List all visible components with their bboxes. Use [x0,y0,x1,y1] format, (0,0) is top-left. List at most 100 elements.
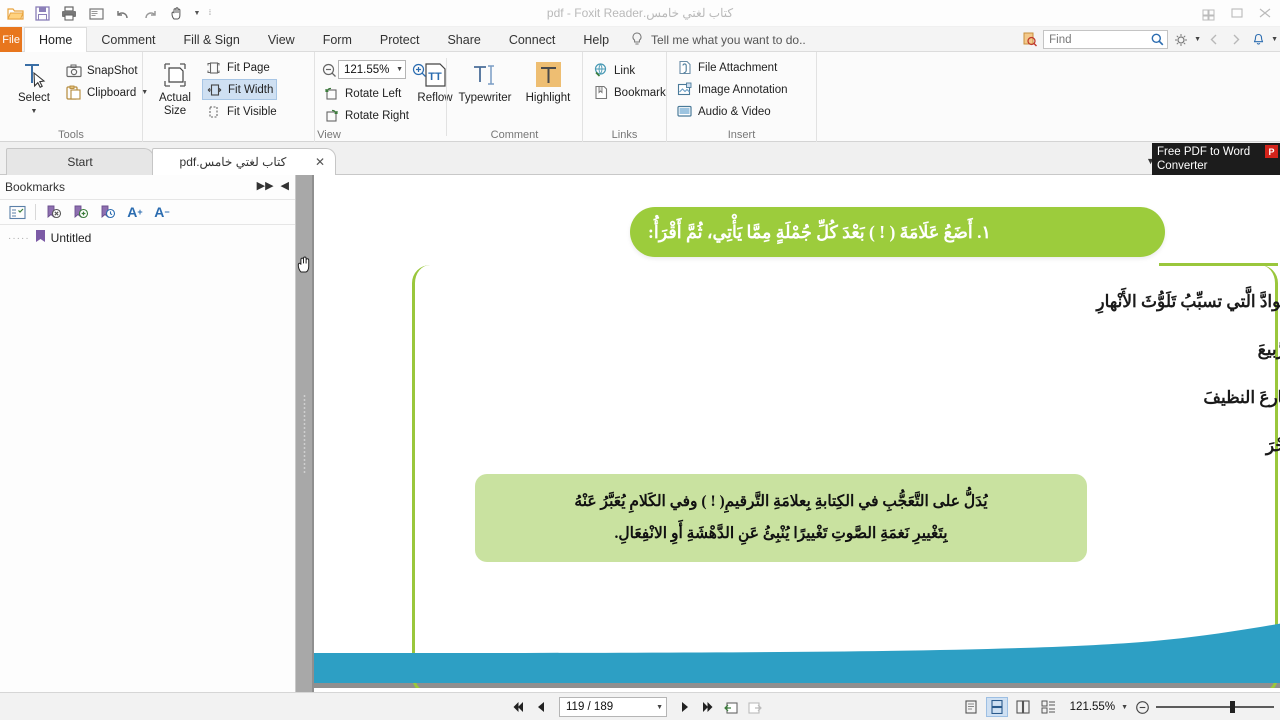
expand-bookmarks-icon[interactable] [5,201,29,223]
typewriter-label: Typewriter [458,92,512,104]
bookmarks-panel-header: Bookmarks ▶▶ ◀ [0,175,295,199]
close-icon[interactable]: ✕ [315,155,325,169]
bookmarks-toolbar: A + A − [0,199,295,225]
continuous-facing-view-button[interactable] [1038,697,1060,717]
zoom-in-icon[interactable] [410,60,428,80]
previous-view-button[interactable] [721,697,741,717]
advanced-find-icon[interactable] [1021,30,1039,50]
highlight-button[interactable]: Highlight [519,58,577,105]
splitter-grip[interactable] [303,393,306,474]
gear-icon[interactable] [1172,30,1190,50]
zoom-out-icon[interactable] [320,60,338,80]
status-bar: 119 / 189 ▼ 121.55% ▼ [0,692,1280,720]
nag-line-2: Converter [1157,160,1208,172]
zoom-slider[interactable] [1156,697,1274,717]
previous-page-button[interactable] [531,697,551,717]
zoom-rotate-cluster: 121.55% ▼ Rotate Left Rotate Right [318,52,445,142]
minimize-button[interactable] [1196,2,1222,24]
tab-form[interactable]: Form [309,27,366,52]
decrease-text-size-icon[interactable]: A − [150,201,174,223]
facing-view-button[interactable] [1012,697,1034,717]
fit-width-button[interactable]: Fit Width [202,79,278,100]
audio-video-icon [676,103,693,120]
list-item-text: ما أَروعَ الشَّارعَ النظيفَ [1203,388,1280,407]
clipboard-button[interactable]: Clipboard ▼ [62,82,151,103]
bookmark-item-label: Untitled [50,231,92,245]
single-page-view-button[interactable] [960,697,982,717]
audio-video-label: Audio & Video [698,105,771,118]
collapse-panel-icon[interactable]: ◀ [281,179,289,192]
increase-text-size-icon[interactable]: A + [123,201,147,223]
rotate-left-icon [323,85,340,102]
continuous-view-button[interactable] [985,697,1008,717]
rotate-left-button[interactable]: Rotate Left [320,83,404,104]
tab-protect[interactable]: Protect [366,27,434,52]
file-menu-tab[interactable]: File [0,27,22,52]
tab-comment[interactable]: Comment [87,27,169,52]
delete-bookmark-icon[interactable] [42,201,66,223]
bookmarks-toolbar-divider [35,204,36,220]
select-dropdown-caret[interactable]: ▼ [31,105,38,118]
gear-dropdown-caret[interactable]: ▼ [1194,36,1201,43]
first-page-button[interactable] [508,697,528,717]
last-page-button[interactable] [698,697,718,717]
free-pdf-to-word-converter-overlay[interactable]: Free PDF to Word Converter P [1152,143,1280,175]
status-zoom-caret[interactable]: ▼ [1121,704,1128,711]
image-annotation-button[interactable]: Image Annotation [673,79,791,100]
panel-splitter[interactable] [296,175,313,692]
tab-share[interactable]: Share [433,27,494,52]
expand-panel-icon[interactable]: ▶▶ [257,179,274,192]
bookmark-item-untitled[interactable]: ····· Untitled [0,225,295,246]
tab-help[interactable]: Help [569,27,623,52]
actual-size-button[interactable]: Actual Size [151,58,199,118]
list-item-text: ما أَحْسَنَ الرَّبيعَ [1257,340,1280,359]
new-bookmark-icon[interactable] [69,201,93,223]
fit-visible-icon [205,103,222,120]
ribbon-group-comment: Typewriter Highlight Comment [447,52,583,142]
next-page-button[interactable] [675,697,695,717]
tab-view[interactable]: View [254,27,309,52]
note-line-2: بِتَغْييرِ نَغمَةِ الصَّوتِ تَغْييرًا يُ… [614,525,948,542]
rotate-right-label: Rotate Right [345,109,409,122]
exercise-heading-text: ١. أَضَعُ عَلَامَةَ ( ! ) بَعْدَ كُلِّ ج… [648,221,991,242]
audio-video-button[interactable]: Audio & Video [673,101,774,122]
link-button[interactable]: Link [589,60,638,81]
tab-connect[interactable]: Connect [495,27,570,52]
file-attachment-icon [676,59,693,76]
list-item: ما أَجْمَلَ البَحْرَ [742,422,1280,470]
select-button[interactable]: Select ▼ [6,58,62,118]
document-tab-strip: Start كتاب لغتي خامس.pdf ✕ ▼ [0,142,1280,175]
find-input[interactable]: Find [1043,30,1169,49]
window-controls [1196,2,1278,24]
forward-nav-icon[interactable] [1227,30,1245,50]
maximize-button[interactable] [1224,2,1250,24]
notification-bell-icon[interactable] [1249,30,1267,50]
page-number-input[interactable]: 119 / 189 ▼ [559,697,667,717]
next-view-button[interactable] [744,697,764,717]
typewriter-button[interactable]: Typewriter [454,58,516,105]
edit-bookmark-icon[interactable] [96,201,120,223]
fit-visible-button[interactable]: Fit Visible [202,101,280,122]
bookmark-button[interactable]: Bookmark [589,82,669,103]
zoom-dropdown-caret[interactable]: ▼ [396,66,403,73]
doc-tab-pdf[interactable]: كتاب لغتي خامس.pdf ✕ [152,148,336,175]
back-nav-icon[interactable] [1205,30,1223,50]
content-frame-top-right [1159,263,1278,266]
tab-home[interactable]: Home [24,27,88,53]
rotate-right-button[interactable]: Rotate Right [320,105,412,126]
notification-dropdown-caret[interactable]: ▼ [1271,36,1278,43]
tab-fill-and-sign[interactable]: Fill & Sign [170,27,254,52]
doc-tab-start[interactable]: Start [6,148,154,175]
close-button[interactable] [1252,2,1278,24]
snapshot-button[interactable]: SnapShot [62,60,141,81]
zoom-slider-thumb[interactable] [1230,701,1235,713]
file-attachment-button[interactable]: File Attachment [673,57,780,78]
tell-me-search[interactable]: Tell me what you want to do.. [630,27,806,52]
rotate-left-label: Rotate Left [345,87,402,100]
document-view[interactable]: ١. أَضَعُ عَلَامَةَ ( ! ) بَعْدَ كُلِّ ج… [313,175,1280,692]
fit-page-button[interactable]: Fit Page [202,57,273,78]
zoom-slider-track [1156,706,1274,708]
zoom-level-input[interactable]: 121.55% ▼ [338,60,406,79]
zoom-out-button[interactable] [1132,697,1152,717]
page-dropdown-caret[interactable]: ▼ [656,704,663,711]
